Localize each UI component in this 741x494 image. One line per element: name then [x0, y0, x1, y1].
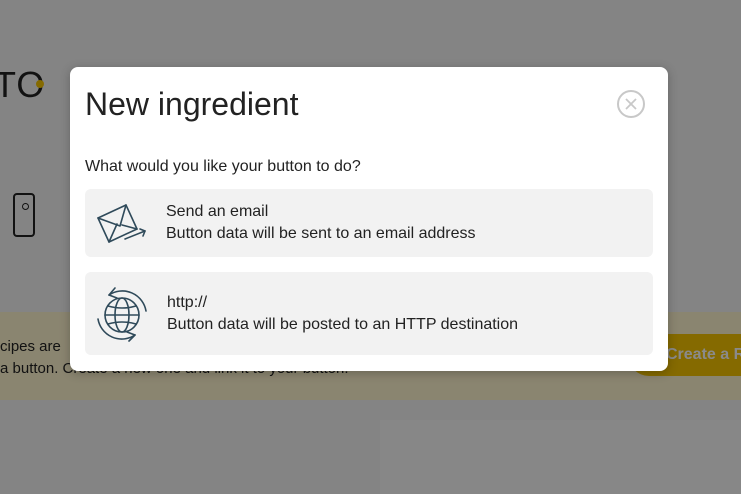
email-icon — [97, 204, 146, 243]
page: TO cipes are a button. Create a new one … — [0, 0, 741, 494]
option-send-email[interactable]: Send an email Button data will be sent t… — [85, 189, 653, 257]
close-icon — [625, 98, 637, 110]
new-ingredient-dialog: New ingredient What would you like your … — [70, 67, 668, 371]
dialog-title: New ingredient — [85, 86, 299, 122]
globe-sync-icon — [97, 287, 147, 342]
option-email-description: Button data will be sent to an email add… — [166, 225, 476, 242]
option-http[interactable]: http:// Button data will be posted to an… — [85, 272, 653, 355]
option-http-title: http:// — [167, 294, 208, 311]
option-email-title: Send an email — [166, 203, 269, 220]
dialog-prompt: What would you like your button to do? — [85, 158, 361, 175]
close-button[interactable] — [617, 90, 645, 118]
option-http-description: Button data will be posted to an HTTP de… — [167, 316, 519, 333]
